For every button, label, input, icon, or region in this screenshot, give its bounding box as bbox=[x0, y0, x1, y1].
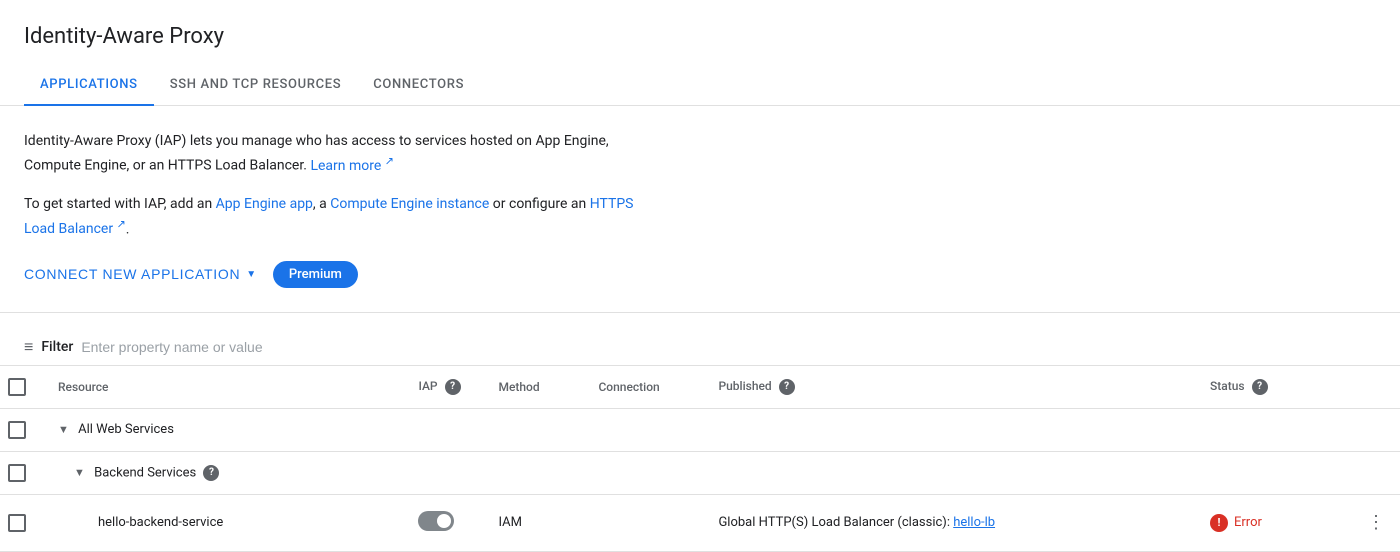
iap-help-icon[interactable]: ? bbox=[445, 379, 461, 395]
tab-connectors[interactable]: CONNECTORS bbox=[357, 65, 480, 106]
expand-icon[interactable]: ▼ bbox=[58, 423, 69, 436]
status-error: ! Error bbox=[1210, 514, 1344, 532]
actions-bar: CONNECT NEW APPLICATION ▼ Premium bbox=[24, 261, 1376, 288]
th-published: Published ? bbox=[710, 366, 1202, 409]
row-checkbox-cell bbox=[0, 494, 50, 551]
method-cell: IAM bbox=[490, 494, 590, 551]
resource-cell: ▼ Backend Services ? bbox=[50, 451, 410, 494]
published-help-icon[interactable]: ? bbox=[779, 379, 795, 395]
resource-cell: hello-backend-service bbox=[50, 494, 410, 551]
select-all-checkbox[interactable] bbox=[8, 378, 26, 396]
description-text-2: To get started with IAP, add an App Engi… bbox=[24, 193, 644, 240]
status-help-icon[interactable]: ? bbox=[1252, 379, 1268, 395]
tab-applications[interactable]: APPLICATIONS bbox=[24, 65, 154, 106]
table-row: hello-backend-service IAM Global HTTP(S)… bbox=[0, 494, 1400, 551]
tab-ssh-tcp[interactable]: SSH AND TCP RESOURCES bbox=[154, 65, 358, 106]
row-checkbox[interactable] bbox=[8, 421, 26, 439]
status-cell: ! Error bbox=[1202, 494, 1352, 551]
premium-badge: Premium bbox=[273, 261, 358, 288]
description-text: Identity-Aware Proxy (IAP) lets you mana… bbox=[24, 130, 644, 177]
filter-input[interactable] bbox=[81, 339, 1376, 355]
th-actions bbox=[1352, 366, 1400, 409]
table-row: ▼ Backend Services ? bbox=[0, 451, 1400, 494]
connect-new-button[interactable]: CONNECT NEW APPLICATION ▼ bbox=[24, 266, 257, 282]
error-label: Error bbox=[1234, 515, 1262, 530]
connection-cell bbox=[590, 494, 710, 551]
backend-services-help-icon[interactable]: ? bbox=[203, 465, 219, 481]
error-icon: ! bbox=[1210, 514, 1228, 532]
table-row: ▼ All Web Services bbox=[0, 408, 1400, 451]
filter-icon: ≡ bbox=[24, 337, 33, 357]
published-cell: Global HTTP(S) Load Balancer (classic): … bbox=[710, 494, 1202, 551]
compute-engine-link[interactable]: Compute Engine instance bbox=[330, 196, 489, 212]
th-iap: IAP ? bbox=[410, 366, 490, 409]
th-status: Status ? bbox=[1202, 366, 1352, 409]
resource-cell: ▼ All Web Services bbox=[50, 408, 410, 451]
th-checkbox bbox=[0, 366, 50, 409]
learn-more-link[interactable]: Learn more ↗ bbox=[310, 158, 394, 174]
th-connection: Connection bbox=[590, 366, 710, 409]
page-title: Identity-Aware Proxy bbox=[24, 24, 1376, 49]
filter-label: Filter bbox=[41, 339, 73, 355]
row-checkbox-cell bbox=[0, 451, 50, 494]
row-checkbox-cell bbox=[0, 408, 50, 451]
row-checkbox[interactable] bbox=[8, 464, 26, 482]
th-resource: Resource bbox=[50, 366, 410, 409]
row-actions-cell: ⋮ bbox=[1352, 494, 1400, 551]
published-link[interactable]: hello-lb bbox=[953, 515, 995, 530]
iap-toggle-cell bbox=[410, 494, 490, 551]
divider bbox=[0, 312, 1400, 313]
app-engine-link[interactable]: App Engine app bbox=[216, 196, 313, 212]
more-options-button[interactable]: ⋮ bbox=[1360, 507, 1392, 539]
iap-toggle[interactable] bbox=[418, 511, 454, 531]
expand-icon[interactable]: ▼ bbox=[74, 466, 85, 479]
tabs-nav: APPLICATIONS SSH AND TCP RESOURCES CONNE… bbox=[0, 65, 1400, 106]
row-checkbox[interactable] bbox=[8, 514, 26, 532]
filter-bar: ≡ Filter bbox=[0, 329, 1400, 366]
resources-table: Resource IAP ? Method Connection Publish… bbox=[0, 366, 1400, 552]
th-method: Method bbox=[490, 366, 590, 409]
dropdown-arrow-icon: ▼ bbox=[246, 269, 257, 280]
